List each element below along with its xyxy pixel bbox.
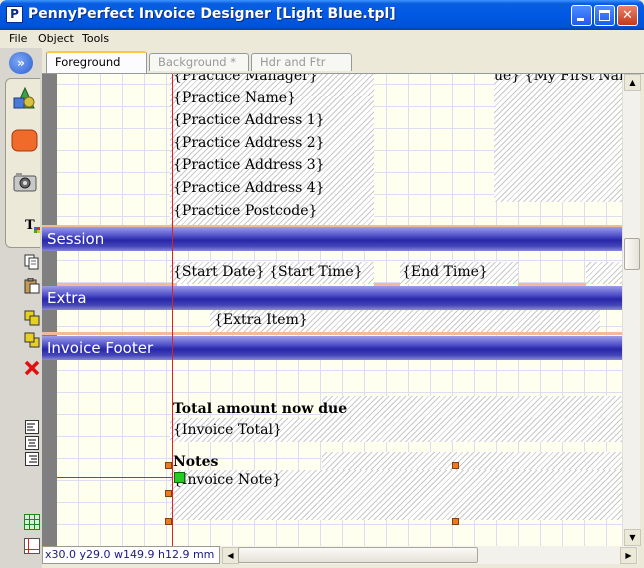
band-invoice-footer[interactable]: Invoice Footer [42, 336, 622, 360]
send-backward-icon[interactable] [24, 332, 40, 348]
align-center-icon[interactable] [25, 436, 39, 450]
tab-bar: Foreground Background * Hdr and Ftr [42, 48, 644, 74]
field-practice-name[interactable]: {Practice Name} [173, 90, 296, 106]
field-area [322, 396, 622, 418]
resize-handle[interactable] [165, 490, 172, 497]
field-invoice-total[interactable]: {Invoice Total} [173, 422, 282, 438]
field-practice-address-4[interactable]: {Practice Address 4} [173, 180, 325, 196]
selection-coordinates: x30.0 y29.0 w149.9 h12.9 mm [42, 546, 220, 564]
menu-bar: File Object Tools [0, 30, 644, 48]
field-start-date-time[interactable]: {Start Date} {Start Time} [173, 264, 363, 280]
app-icon: P [6, 6, 23, 23]
field-end-time[interactable]: {End Time} [402, 264, 488, 280]
minimize-button[interactable] [571, 5, 592, 26]
vertical-scrollbar[interactable]: ▲ ▼ [622, 74, 641, 546]
scroll-right-button[interactable]: ▶ [620, 547, 637, 564]
menu-object[interactable]: Object [38, 32, 74, 45]
window-title: PennyPerfect Invoice Designer [Light Blu… [28, 6, 396, 22]
field-my-first-name[interactable]: ue} {My First Name [494, 74, 622, 84]
design-canvas[interactable]: {Practice Manager} ue} {My First Name {P… [42, 74, 622, 546]
close-icon: ✕ [622, 8, 633, 23]
shapes-tool-icon[interactable] [12, 84, 38, 112]
maximize-button[interactable] [594, 5, 615, 26]
copy-icon[interactable] [24, 254, 40, 270]
paste-icon[interactable] [24, 278, 40, 294]
tab-background[interactable]: Background * [149, 53, 249, 71]
rounded-rect-tool-icon[interactable] [11, 128, 39, 154]
camera-tool-icon[interactable] [12, 170, 38, 194]
resize-handle[interactable] [165, 518, 172, 525]
left-toolbar: » T [0, 48, 42, 568]
vertical-scroll-thumb[interactable] [624, 238, 640, 270]
guide-horizontal[interactable] [57, 477, 172, 478]
band-extra[interactable]: Extra [42, 286, 622, 310]
ruler-icon[interactable] [24, 538, 40, 554]
field-invoice-note[interactable]: {Invoice Note} [173, 472, 281, 488]
field-extra-item[interactable]: {Extra Item} [214, 312, 308, 328]
move-handle[interactable] [174, 472, 185, 483]
scroll-up-button[interactable]: ▲ [624, 74, 641, 91]
menu-file[interactable]: File [9, 32, 27, 45]
title-bar: P PennyPerfect Invoice Designer [Light B… [0, 0, 644, 30]
resize-handle[interactable] [452, 462, 459, 469]
scroll-down-button[interactable]: ▼ [624, 529, 641, 546]
field-practice-address-2[interactable]: {Practice Address 2} [173, 135, 325, 151]
svg-text:T: T [25, 218, 35, 233]
horizontal-scroll-thumb[interactable] [238, 547, 478, 563]
field-practice-manager[interactable]: {Practice Manager} [173, 74, 318, 84]
delete-icon[interactable] [24, 360, 40, 376]
grid-icon[interactable] [24, 514, 40, 530]
notes-label[interactable]: Notes [173, 454, 218, 470]
expand-toolbar-button[interactable]: » [9, 52, 33, 74]
close-button[interactable]: ✕ [617, 5, 638, 26]
status-row: x30.0 y29.0 w149.9 h12.9 mm ◀ ▶ [42, 546, 644, 564]
resize-handle[interactable] [165, 462, 172, 469]
text-tool-icon[interactable]: T [24, 216, 42, 234]
horizontal-scrollbar[interactable]: ◀ ▶ [222, 546, 638, 564]
field-area [586, 262, 622, 284]
scroll-left-button[interactable]: ◀ [222, 547, 239, 564]
canvas-left-margin [42, 74, 57, 546]
align-right-icon[interactable] [25, 452, 39, 466]
band-session[interactable]: Session [42, 227, 622, 251]
band-separator [42, 332, 622, 335]
total-amount-label[interactable]: Total amount now due [173, 401, 347, 417]
tab-foreground[interactable]: Foreground [46, 51, 147, 73]
field-practice-address-1[interactable]: {Practice Address 1} [173, 112, 325, 128]
resize-handle[interactable] [452, 518, 459, 525]
field-area [494, 74, 622, 202]
field-practice-address-3[interactable]: {Practice Address 3} [173, 157, 325, 173]
menu-tools[interactable]: Tools [82, 32, 109, 45]
tab-hdr-and-ftr[interactable]: Hdr and Ftr [251, 53, 352, 71]
align-left-icon[interactable] [25, 420, 39, 434]
maximize-icon [599, 10, 610, 21]
bring-forward-icon[interactable] [24, 310, 40, 326]
minimize-icon [577, 18, 584, 21]
field-practice-postcode[interactable]: {Practice Postcode} [173, 203, 317, 219]
